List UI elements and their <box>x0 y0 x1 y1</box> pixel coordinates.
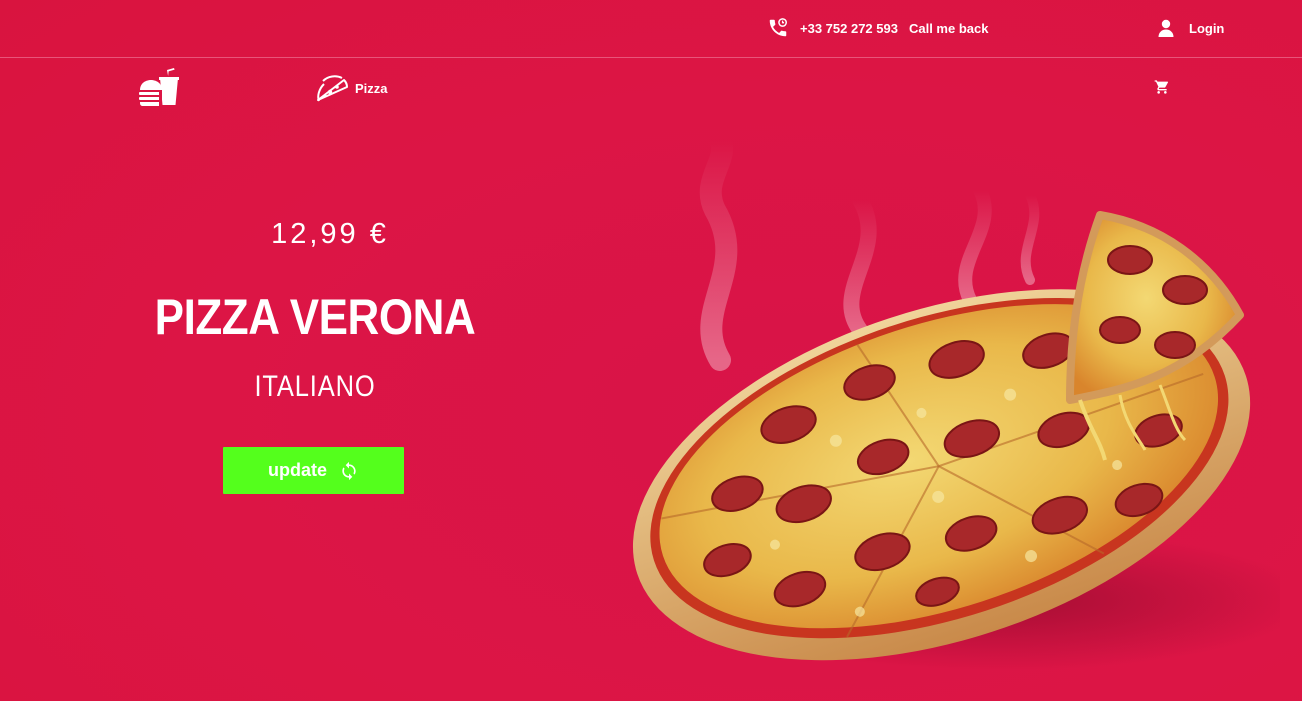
burger-drink-logo-icon[interactable] <box>139 68 179 106</box>
phone-call-icon <box>769 18 787 37</box>
update-button[interactable]: update <box>223 447 404 494</box>
call-me-back-link[interactable]: Call me back <box>909 21 989 36</box>
phone-number[interactable]: +33 752 272 593 <box>800 21 898 36</box>
refresh-icon <box>342 461 356 480</box>
page: +33 752 272 593 Call me back Login Pizza… <box>0 0 1302 701</box>
login-button[interactable]: Login <box>1158 18 1224 38</box>
update-button-label: update <box>267 460 327 480</box>
product-title: PIZZA VERONA <box>154 289 476 345</box>
cart-icon[interactable] <box>1154 79 1170 95</box>
product-price: 12,99 € <box>271 218 389 250</box>
nav-pizza-label: Pizza <box>355 80 388 96</box>
product-subtitle: ITALIANO <box>254 370 376 403</box>
login-label: Login <box>1189 20 1225 36</box>
top-bar: +33 752 272 593 Call me back Login <box>0 0 1302 58</box>
user-icon <box>1158 19 1174 37</box>
nav-item-pizza[interactable]: Pizza <box>316 74 388 102</box>
pizza-slice-icon <box>317 75 348 102</box>
pepperoni-pizza-photo <box>632 130 1280 670</box>
phone-contact[interactable]: +33 752 272 593 Call me back <box>767 17 988 39</box>
